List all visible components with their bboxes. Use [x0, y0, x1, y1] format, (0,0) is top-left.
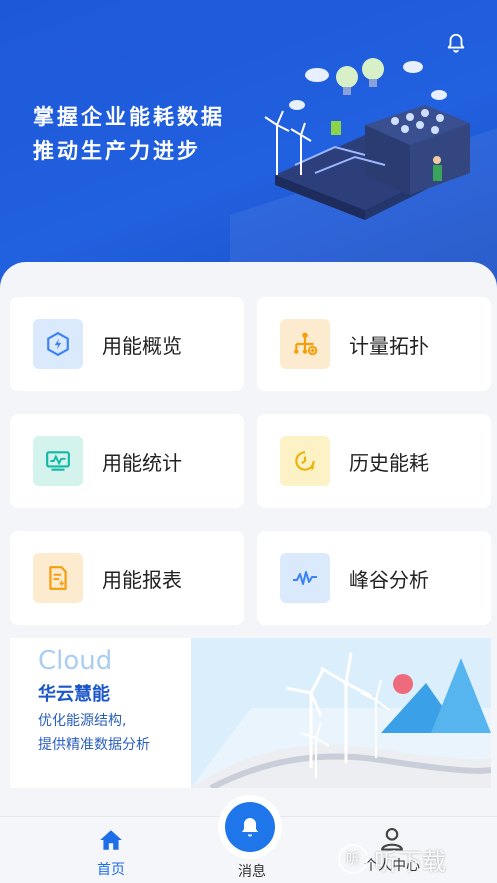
menu-card-label: 用能概览: [102, 333, 182, 358]
hero-title: 掌握企业能耗数据 推动生产力进步: [33, 100, 225, 168]
banner-description-line1: 优化能源结构,: [38, 713, 127, 729]
topology-icon: [294, 332, 318, 356]
menu-icon-box: [280, 319, 330, 369]
menu-card-energy-report[interactable]: 用能报表: [10, 531, 244, 625]
watermark-logo-icon: 听: [338, 844, 368, 874]
promo-banner[interactable]: Cloud 华云慧能 优化能源结构, 提供精准数据分析: [10, 638, 491, 788]
menu-card-label: 用能报表: [102, 567, 182, 592]
peak-valley-wave-icon: [293, 571, 317, 585]
tab-messages-button[interactable]: [218, 795, 282, 859]
messages-fab: [225, 802, 275, 852]
menu-card-history-consumption[interactable]: 历史能耗: [257, 414, 491, 508]
wind-farm-illustration: [191, 638, 491, 788]
notification-bell-icon[interactable]: [445, 32, 467, 54]
home-icon: [100, 830, 122, 850]
banner-subtitle: 华云慧能: [38, 684, 110, 705]
statistics-monitor-icon: [46, 451, 70, 471]
energy-overview-icon: [47, 331, 69, 357]
menu-card-energy-overview[interactable]: 用能概览: [10, 297, 244, 391]
banner-title: Cloud: [38, 646, 113, 676]
menu-card-metering-topology[interactable]: 计量拓扑: [257, 297, 491, 391]
tab-home[interactable]: 首页: [88, 827, 134, 879]
hero-banner: 掌握企业能耗数据 推动生产力进步: [0, 0, 497, 300]
menu-card-energy-statistics[interactable]: 用能统计: [10, 414, 244, 508]
menu-icon-box: [280, 436, 330, 486]
history-clock-icon: [295, 451, 315, 472]
menu-card-peak-valley-analysis[interactable]: 峰谷分析: [257, 531, 491, 625]
menu-icon-box: [33, 553, 83, 603]
menu-card-label: 峰谷分析: [349, 567, 429, 592]
bell-icon: [242, 818, 258, 837]
menu-icon-box: [280, 553, 330, 603]
watermark-text: 听下载: [374, 847, 446, 876]
report-icon: [49, 566, 67, 590]
menu-icon-box: [33, 319, 83, 369]
hero-title-line2: 推动生产力进步: [33, 139, 201, 163]
hero-title-line1: 掌握企业能耗数据: [33, 105, 225, 129]
menu-card-label: 用能统计: [102, 450, 182, 475]
menu-card-label: 计量拓扑: [349, 333, 429, 358]
tab-home-label: 首页: [97, 862, 125, 878]
menu-card-label: 历史能耗: [349, 450, 429, 475]
menu-icon-box: [33, 436, 83, 486]
smart-factory-illustration: [264, 58, 470, 220]
tab-messages-label[interactable]: 消息: [226, 861, 278, 881]
watermark: 听 听下载: [338, 838, 497, 880]
banner-description-line2: 提供精准数据分析: [38, 737, 150, 753]
